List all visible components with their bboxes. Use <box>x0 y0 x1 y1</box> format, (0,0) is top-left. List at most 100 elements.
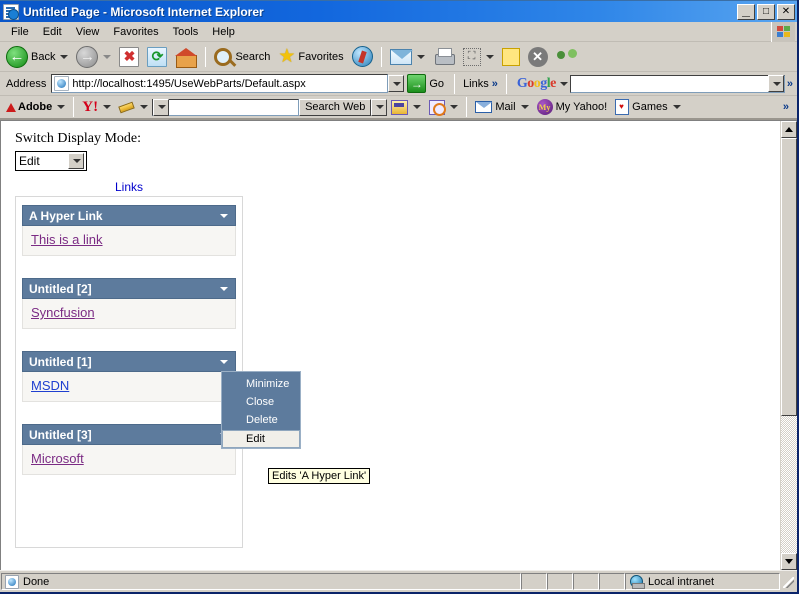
games-chevron-down-icon[interactable] <box>673 105 681 109</box>
menu-item-tools[interactable]: Tools <box>166 24 206 40</box>
magnifier-icon <box>214 48 232 66</box>
close-glyph: ✕ <box>778 5 794 19</box>
status-text: Done <box>23 576 49 588</box>
go-button[interactable]: → Go <box>404 74 450 93</box>
close-button[interactable]: ✕ <box>777 4 795 20</box>
context-menu-item-close[interactable]: Close <box>222 393 300 411</box>
windows-logo-icon <box>771 22 795 42</box>
messenger-button[interactable]: ✕ <box>524 44 552 70</box>
scrollbar-track[interactable] <box>781 138 797 553</box>
search-web-button[interactable]: Search Web <box>299 99 371 116</box>
search-web-dropdown-button[interactable] <box>371 99 387 116</box>
webpart-link[interactable]: Syncfusion <box>31 305 95 320</box>
menu-item-favorites[interactable]: Favorites <box>106 24 165 40</box>
people-button[interactable] <box>552 44 582 70</box>
refresh-button[interactable]: ⟳ <box>143 44 171 70</box>
webpart-link[interactable]: This is a link <box>31 232 103 247</box>
yahoo-antispy-button[interactable] <box>425 94 462 120</box>
forward-history-chevron-down-icon[interactable] <box>103 55 111 59</box>
refresh-icon: ⟳ <box>147 47 167 67</box>
yahoo-separator <box>466 97 467 117</box>
mail-icon <box>390 49 412 65</box>
display-mode-dropdown-button[interactable] <box>68 153 84 169</box>
stop-button[interactable]: ✖ <box>115 44 143 70</box>
mail-button[interactable] <box>386 44 429 70</box>
forward-button[interactable]: → <box>72 44 115 70</box>
pencil-chevron-down-icon[interactable] <box>140 105 148 109</box>
yahoo-pencil-button[interactable] <box>115 94 152 120</box>
back-history-chevron-down-icon[interactable] <box>60 55 68 59</box>
favorites-button[interactable]: ★ Favorites <box>274 44 347 70</box>
security-zone-text: Local intranet <box>648 576 714 588</box>
my-yahoo-label: My Yahoo! <box>556 101 608 113</box>
page-document-icon <box>5 575 19 589</box>
scroll-up-button[interactable] <box>781 121 797 138</box>
webpart-menu-chevron-down-icon[interactable] <box>220 360 228 364</box>
scroll-down-button[interactable] <box>781 553 797 570</box>
chevron-down-icon <box>158 105 166 109</box>
security-zone-panel[interactable]: Local intranet <box>625 573 780 590</box>
people-icon <box>556 48 578 66</box>
yahoo-search-dropdown-button[interactable] <box>153 99 169 116</box>
webpart-menu-chevron-down-icon[interactable] <box>220 214 228 218</box>
media-button[interactable] <box>348 44 377 70</box>
menu-item-file[interactable]: File <box>4 24 36 40</box>
webpart: Untitled [1] MSDN <box>22 351 236 402</box>
yahoo-mail-button[interactable]: Mail <box>471 94 532 120</box>
menu-item-help[interactable]: Help <box>205 24 242 40</box>
scroll-down-arrow-icon <box>785 559 793 564</box>
edit-page-button[interactable]: ⛶ <box>459 44 498 70</box>
my-yahoo-button[interactable]: My My Yahoo! <box>533 94 612 120</box>
back-button[interactable]: ← Back <box>2 44 72 70</box>
webpart-link[interactable]: MSDN <box>31 378 69 393</box>
target-chevron-down-icon[interactable] <box>450 105 458 109</box>
links-overflow-icon[interactable]: » <box>492 78 498 90</box>
context-menu-item-edit[interactable]: Edit <box>222 430 300 448</box>
messenger-disabled-icon: ✕ <box>528 47 548 67</box>
yahoo-games-button[interactable]: Games <box>611 94 684 120</box>
maximize-button[interactable]: □ <box>757 4 775 20</box>
bookmarks-chevron-down-icon[interactable] <box>413 105 421 109</box>
yahoo-bookmarks-button[interactable] <box>387 94 425 120</box>
webpart-link[interactable]: Microsoft <box>31 451 84 466</box>
webpart-title: Untitled [3] <box>29 428 220 442</box>
mail-chevron-down-icon[interactable] <box>417 55 425 59</box>
yahoo-chevron-down-icon[interactable] <box>103 105 111 109</box>
scrollbar-thumb[interactable] <box>781 138 797 416</box>
favorites-label: Favorites <box>298 51 343 63</box>
google-search-input[interactable] <box>570 75 785 93</box>
resize-grip[interactable] <box>780 573 796 590</box>
links-button[interactable]: Links » <box>459 78 502 90</box>
home-button[interactable] <box>171 44 201 70</box>
address-input[interactable]: http://localhost:1495/UseWebParts/Defaul… <box>51 74 388 93</box>
vertical-scrollbar[interactable] <box>780 121 797 570</box>
extensions-overflow-icon[interactable]: » <box>783 101 795 113</box>
web-page: Switch Display Mode: Edit Links A Hyper … <box>1 121 780 570</box>
webpart: A Hyper Link This is a link <box>22 205 236 256</box>
context-menu-item-delete[interactable]: Delete <box>222 411 300 429</box>
minimize-button[interactable]: _ <box>737 4 755 20</box>
menu-item-view[interactable]: View <box>69 24 107 40</box>
yahoo-search-input[interactable] <box>152 99 299 116</box>
webpart-menu-chevron-down-icon[interactable] <box>220 287 228 291</box>
google-overflow-icon[interactable]: » <box>787 78 793 90</box>
google-chevron-down-icon[interactable] <box>560 82 568 86</box>
forward-arrow-icon: → <box>76 46 98 68</box>
menu-item-edit[interactable]: Edit <box>36 24 69 40</box>
adobe-button[interactable]: Adobe <box>2 94 69 120</box>
google-search-dropdown-button[interactable] <box>768 75 784 92</box>
status-panel-4 <box>599 573 625 590</box>
adobe-chevron-down-icon[interactable] <box>57 105 65 109</box>
search-button[interactable]: Search <box>210 44 274 70</box>
envelope-icon <box>475 101 492 113</box>
context-menu-item-minimize[interactable]: Minimize <box>222 375 300 393</box>
print-button[interactable] <box>429 44 459 70</box>
mail-chevron-down-icon-2[interactable] <box>521 105 529 109</box>
page-favicon-icon <box>54 76 69 91</box>
edit-chevron-down-icon[interactable] <box>486 55 494 59</box>
yahoo-logo-button[interactable]: Y! <box>78 94 115 120</box>
address-dropdown-button[interactable] <box>388 75 404 92</box>
notes-button[interactable] <box>498 44 524 70</box>
display-mode-select[interactable]: Edit <box>15 151 87 171</box>
status-panel-2 <box>547 573 573 590</box>
